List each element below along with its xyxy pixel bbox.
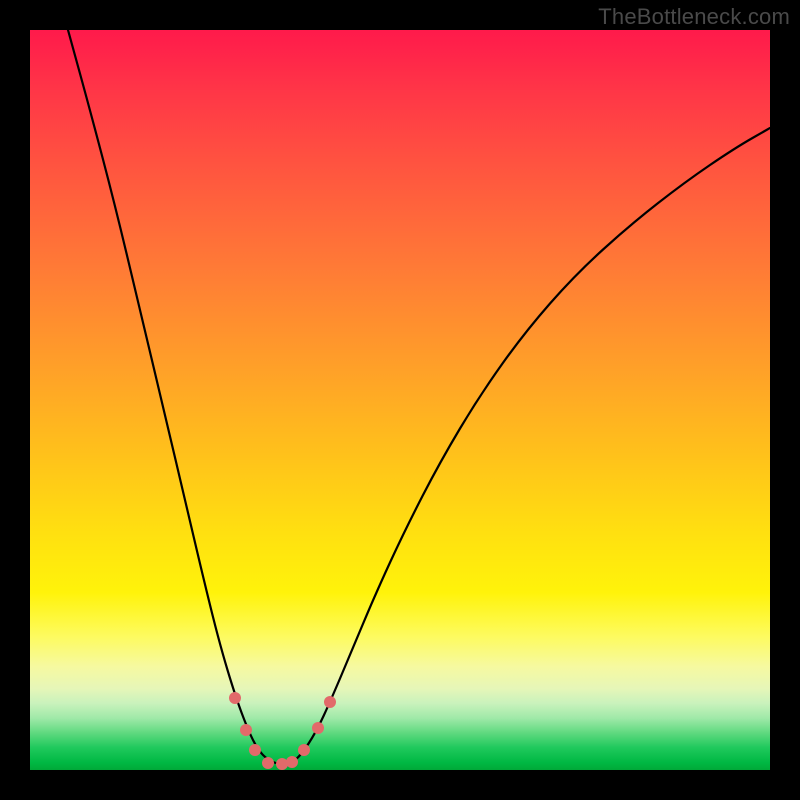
marker-dot [276, 758, 288, 770]
marker-dot [262, 757, 274, 769]
marker-layer [30, 30, 770, 770]
chart-frame [30, 30, 770, 770]
marker-dot [229, 692, 241, 704]
marker-dot [298, 744, 310, 756]
marker-dot [286, 756, 298, 768]
watermark-text: TheBottleneck.com [598, 4, 790, 30]
marker-dot [240, 724, 252, 736]
marker-dot [249, 744, 261, 756]
marker-dot [312, 722, 324, 734]
marker-dot [324, 696, 336, 708]
